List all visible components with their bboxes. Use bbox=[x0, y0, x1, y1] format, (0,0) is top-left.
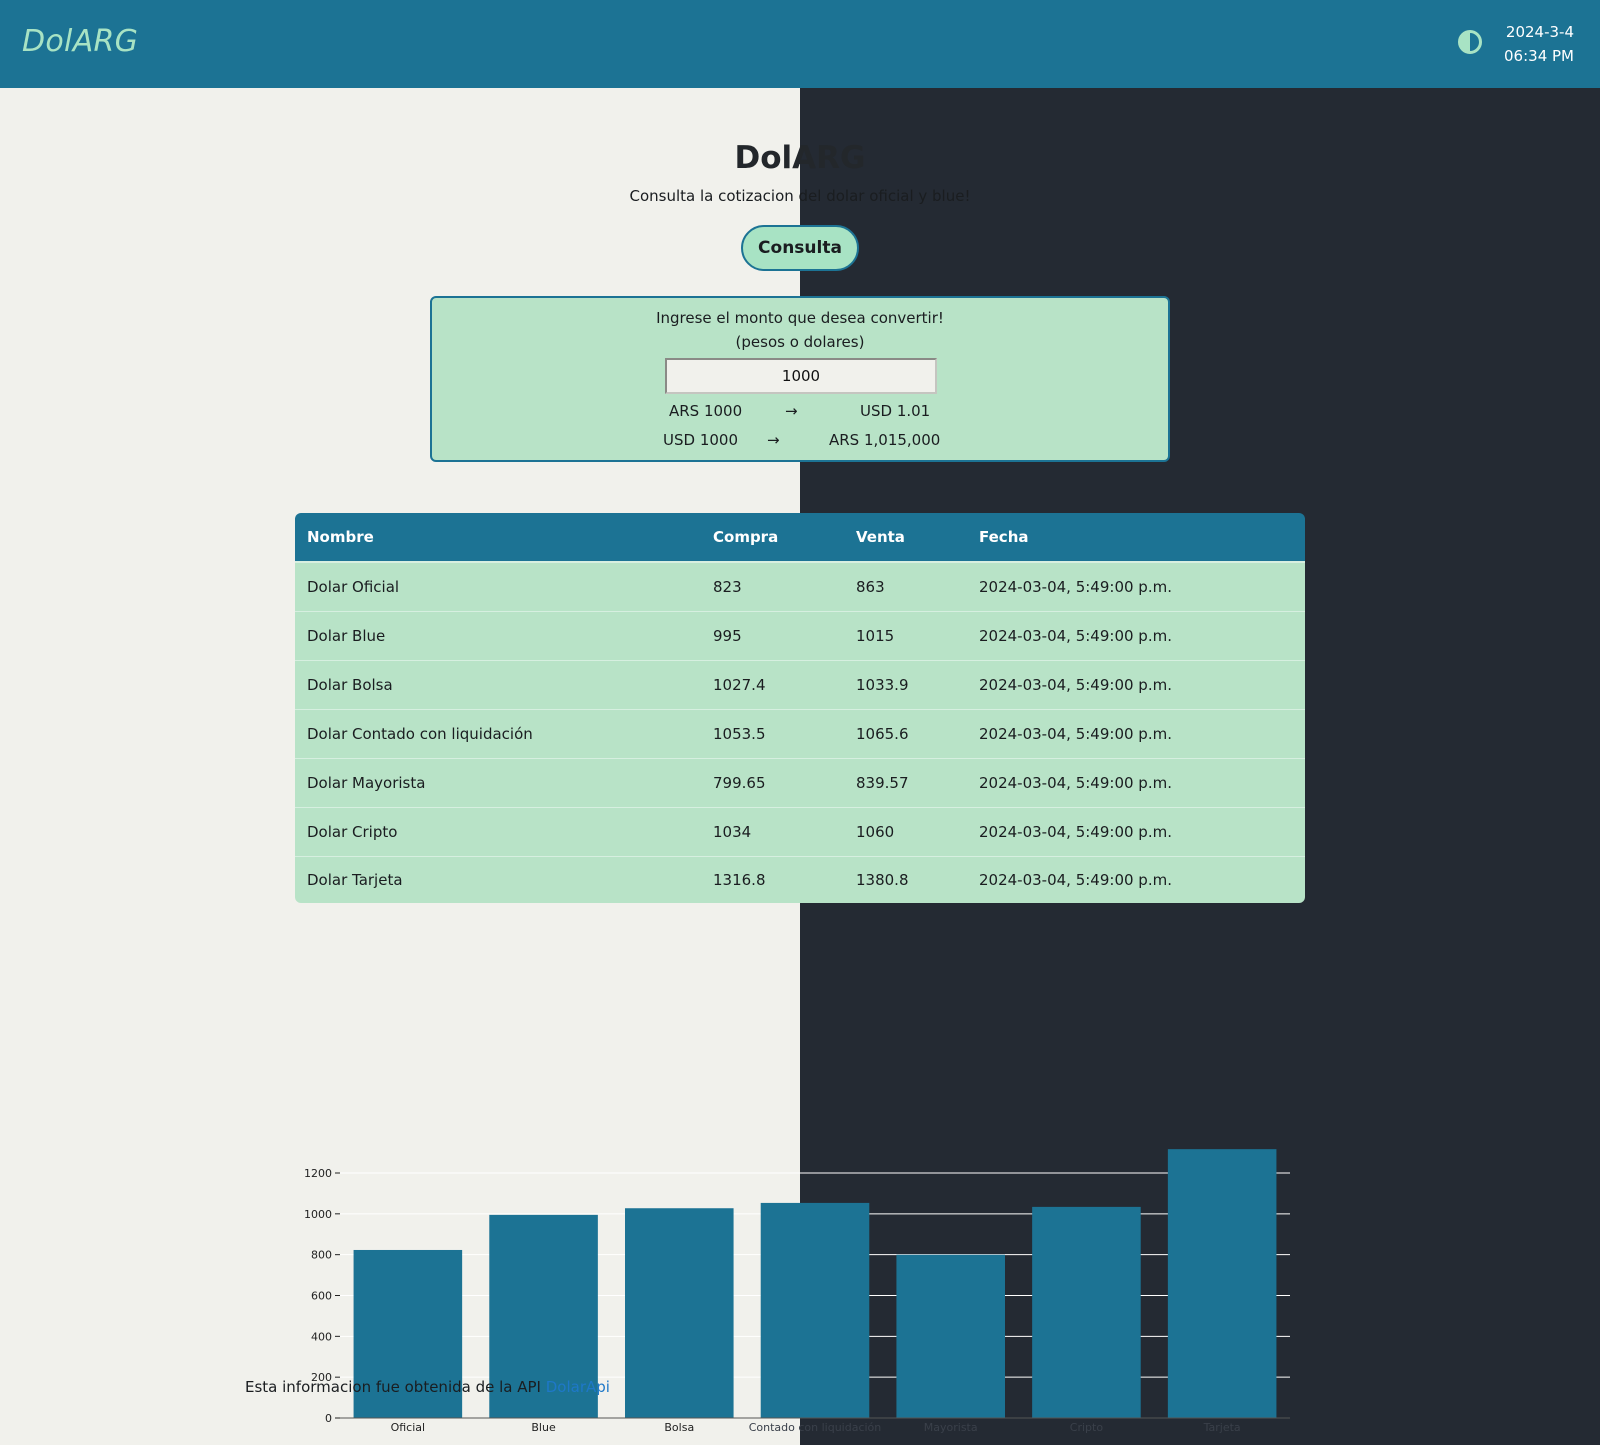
amount-input[interactable] bbox=[665, 358, 937, 394]
conversion-from: ARS 1000 bbox=[669, 402, 743, 420]
converter-prompt-line2: (pesos o dolares) bbox=[735, 333, 865, 351]
table-row: Dolar Mayorista 799.65 839.57 2024-03-04… bbox=[295, 758, 1305, 808]
cell-compra: 799.65 bbox=[701, 758, 844, 808]
bar bbox=[1167, 1149, 1277, 1418]
cell-nombre: Dolar Oficial bbox=[295, 562, 701, 612]
bar bbox=[760, 1202, 870, 1418]
top-navbar: DolARG 2024-3-4 06:34 PM bbox=[0, 0, 1600, 88]
table-header-row: Nombre Compra Venta Fecha bbox=[295, 513, 1305, 563]
cell-compra: 995 bbox=[701, 611, 844, 661]
x-tick-label: Tarjeta bbox=[1203, 1421, 1241, 1434]
clock-date: 2024-3-4 bbox=[1505, 23, 1574, 41]
clock-time: 06:34 PM bbox=[1504, 47, 1574, 65]
cell-venta: 1033.9 bbox=[844, 660, 967, 710]
cell-fecha: 2024-03-04, 5:49:00 p.m. bbox=[967, 660, 1305, 710]
y-tick-label: 400 bbox=[311, 1330, 332, 1343]
converter-prompt: Ingrese el monto que desea convertir! (p… bbox=[432, 306, 1168, 354]
bar bbox=[1032, 1206, 1141, 1418]
cell-fecha: 2024-03-04, 5:49:00 p.m. bbox=[967, 807, 1305, 857]
table-row: Dolar Cripto 1034 1060 2024-03-04, 5:49:… bbox=[295, 807, 1305, 857]
cell-venta: 1380.8 bbox=[844, 856, 967, 903]
cell-fecha: 2024-03-04, 5:49:00 p.m. bbox=[967, 758, 1305, 808]
cell-nombre: Dolar Contado con liquidación bbox=[295, 709, 701, 759]
x-tick-label: Blue bbox=[531, 1421, 556, 1434]
cell-nombre: Dolar Bolsa bbox=[295, 660, 701, 710]
column-header-venta: Venta bbox=[844, 513, 967, 563]
currency-converter: Ingrese el monto que desea convertir! (p… bbox=[430, 296, 1170, 462]
cell-compra: 1027.4 bbox=[701, 660, 844, 710]
y-tick-label: 0 bbox=[325, 1412, 332, 1425]
consulta-button[interactable]: Consulta bbox=[741, 225, 859, 271]
conversion-row-usd-ars: USD 1000 → ARS 1,015,000 bbox=[432, 431, 1168, 455]
y-tick-label: 800 bbox=[311, 1249, 332, 1262]
conversion-from: USD 1000 bbox=[663, 431, 738, 449]
cell-compra: 1316.8 bbox=[701, 856, 844, 903]
y-tick-label: 1000 bbox=[304, 1208, 332, 1221]
cell-venta: 863 bbox=[844, 562, 967, 612]
table-row: Dolar Bolsa 1027.4 1033.9 2024-03-04, 5:… bbox=[295, 660, 1305, 710]
x-tick-label: Bolsa bbox=[664, 1421, 694, 1434]
y-tick-label: 1200 bbox=[304, 1167, 332, 1180]
contrast-icon[interactable] bbox=[1458, 30, 1482, 54]
footer-text: Esta informacion fue obtenida de la API bbox=[245, 1378, 546, 1396]
column-header-compra: Compra bbox=[701, 513, 844, 563]
cell-fecha: 2024-03-04, 5:49:00 p.m. bbox=[967, 611, 1305, 661]
cell-nombre: Dolar Mayorista bbox=[295, 758, 701, 808]
conversion-row-ars-usd: ARS 1000 → USD 1.01 bbox=[432, 402, 1168, 426]
arrow-icon: → bbox=[767, 431, 780, 449]
cell-fecha: 2024-03-04, 5:49:00 p.m. bbox=[967, 562, 1305, 612]
table-row: Dolar Tarjeta 1316.8 1380.8 2024-03-04, … bbox=[295, 856, 1305, 903]
cell-compra: 1034 bbox=[701, 807, 844, 857]
conversion-to: ARS 1,015,000 bbox=[829, 431, 941, 449]
converter-prompt-line1: Ingrese el monto que desea convertir! bbox=[656, 309, 944, 327]
x-tick-label: Mayorista bbox=[924, 1421, 978, 1434]
column-header-nombre: Nombre bbox=[295, 513, 701, 563]
table-row: Dolar Contado con liquidación 1053.5 106… bbox=[295, 709, 1305, 759]
bar bbox=[625, 1208, 734, 1418]
cell-venta: 1060 bbox=[844, 807, 967, 857]
cell-compra: 1053.5 bbox=[701, 709, 844, 759]
cell-venta: 839.57 bbox=[844, 758, 967, 808]
conversion-to: USD 1.01 bbox=[860, 402, 931, 420]
cell-fecha: 2024-03-04, 5:49:00 p.m. bbox=[967, 856, 1305, 903]
clock: 2024-3-4 06:34 PM bbox=[1504, 20, 1574, 68]
cell-venta: 1015 bbox=[844, 611, 967, 661]
footer-attribution: Esta informacion fue obtenida de la API … bbox=[245, 1378, 610, 1396]
cell-nombre: Dolar Blue bbox=[295, 611, 701, 661]
cell-nombre: Dolar Cripto bbox=[295, 807, 701, 857]
dolarapi-link[interactable]: DolarApi bbox=[546, 1378, 610, 1396]
bar bbox=[896, 1254, 1005, 1418]
column-header-fecha: Fecha bbox=[967, 513, 1305, 563]
cell-nombre: Dolar Tarjeta bbox=[295, 856, 701, 903]
y-tick-label: 600 bbox=[311, 1290, 332, 1303]
rates-table: Nombre Compra Venta Fecha Dolar Oficial … bbox=[295, 513, 1305, 903]
page-subtitle: Consulta la cotizacion del dolar oficial… bbox=[629, 187, 971, 205]
table-row: Dolar Oficial 823 863 2024-03-04, 5:49:0… bbox=[295, 562, 1305, 612]
brand-logo[interactable]: DolARG bbox=[22, 24, 138, 59]
x-tick-label: Contado con liquidación bbox=[749, 1421, 882, 1434]
x-tick-label: Oficial bbox=[391, 1421, 426, 1434]
cell-compra: 823 bbox=[701, 562, 844, 612]
arrow-icon: → bbox=[785, 402, 798, 420]
cell-venta: 1065.6 bbox=[844, 709, 967, 759]
cell-fecha: 2024-03-04, 5:49:00 p.m. bbox=[967, 709, 1305, 759]
x-tick-label: Cripto bbox=[1070, 1421, 1104, 1434]
main-content: DolARG Consulta la cotizacion del dolar … bbox=[0, 88, 1600, 1445]
table-row: Dolar Blue 995 1015 2024-03-04, 5:49:00 … bbox=[295, 611, 1305, 661]
page-title: DolARG bbox=[734, 140, 866, 176]
